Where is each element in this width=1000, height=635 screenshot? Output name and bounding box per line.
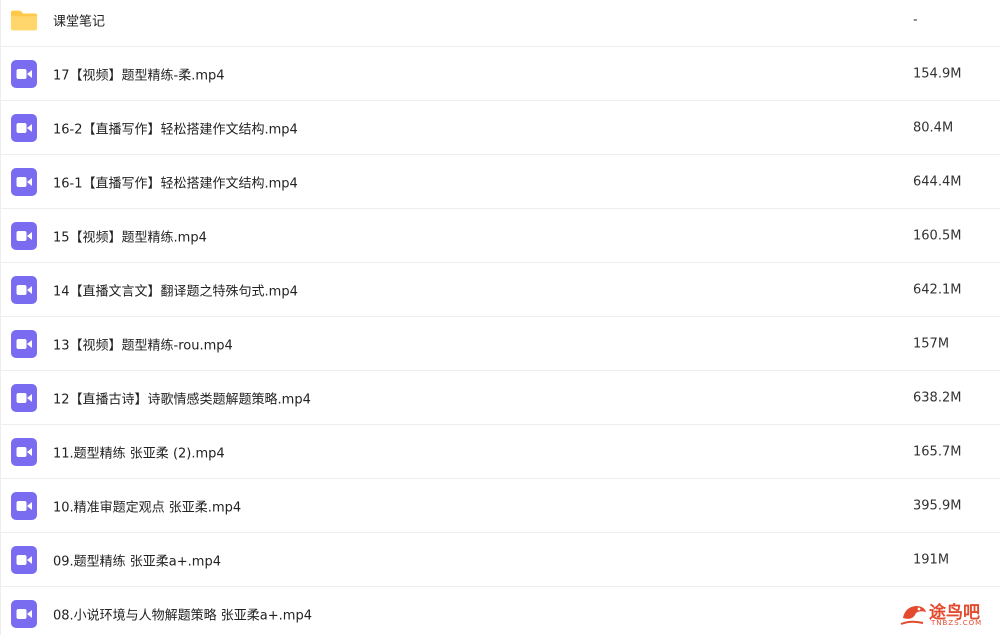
file-name: 16-1【直播写作】轻松搭建作文结构.mp4 xyxy=(53,176,298,191)
video-file-icon xyxy=(10,545,38,575)
video-file-icon xyxy=(10,329,38,359)
file-size: 80.4M xyxy=(913,120,954,135)
file-row[interactable]: 16-2【直播写作】轻松搭建作文结构.mp4 80.4M xyxy=(1,101,1000,155)
video-file-icon xyxy=(10,275,38,305)
file-size: 642.1M xyxy=(913,282,962,297)
file-row[interactable]: 11.题型精练 张亚柔 (2).mp4 165.7M xyxy=(1,425,1000,479)
file-size: - xyxy=(913,12,918,27)
file-size: 638.2M xyxy=(913,390,962,405)
video-file-icon xyxy=(10,491,38,521)
file-row[interactable]: 17【视频】题型精练-柔.mp4 154.9M xyxy=(1,47,1000,101)
file-name: 课堂笔记 xyxy=(53,14,106,29)
file-name: 11.题型精练 张亚柔 (2).mp4 xyxy=(53,446,225,461)
file-name: 10.精准审题定观点 张亚柔.mp4 xyxy=(53,500,242,515)
watermark-logo: 途鸟吧 TNBZS.COM xyxy=(899,596,995,632)
file-name: 08.小说环境与人物解题策略 张亚柔a+.mp4 xyxy=(53,608,312,624)
video-file-icon xyxy=(10,383,38,413)
file-row[interactable]: 08.小说环境与人物解题策略 张亚柔a+.mp4 xyxy=(1,587,1000,635)
file-name: 09.题型精练 张亚柔a+.mp4 xyxy=(53,554,221,569)
file-name: 15【视频】题型精练.mp4 xyxy=(53,230,207,245)
file-size: 154.9M xyxy=(913,66,962,81)
video-file-icon xyxy=(10,59,38,89)
folder-row[interactable]: 课堂笔记 - xyxy=(1,0,1000,47)
file-size: 191M xyxy=(913,552,950,567)
video-file-icon xyxy=(10,113,38,143)
file-name: 14【直播文言文】翻译题之特殊句式.mp4 xyxy=(53,284,298,299)
bird-logo-icon xyxy=(900,606,926,625)
file-row[interactable]: 14【直播文言文】翻译题之特殊句式.mp4 642.1M xyxy=(1,263,1000,317)
file-name: 13【视频】题型精练-rou.mp4 xyxy=(53,338,233,353)
file-size: 160.5M xyxy=(913,228,962,243)
file-row[interactable]: 16-1【直播写作】轻松搭建作文结构.mp4 644.4M xyxy=(1,155,1000,209)
file-name: 12【直播古诗】诗歌情感类题解题策略.mp4 xyxy=(53,392,311,407)
file-name: 16-2【直播写作】轻松搭建作文结构.mp4 xyxy=(53,122,298,137)
video-file-icon xyxy=(10,167,38,197)
file-size: 165.7M xyxy=(913,444,962,459)
video-file-icon xyxy=(10,599,38,629)
file-name: 17【视频】题型精练-柔.mp4 xyxy=(53,68,225,83)
file-size: 157M xyxy=(913,336,950,351)
file-size: 395.9M xyxy=(913,498,962,513)
file-list: 课堂笔记 - 17【视频】题型精练-柔.mp4 154.9M 16-2【直播写作… xyxy=(0,0,1000,635)
video-file-icon xyxy=(10,221,38,251)
folder-icon xyxy=(10,5,38,35)
video-file-icon xyxy=(10,437,38,467)
file-row[interactable]: 15【视频】题型精练.mp4 160.5M xyxy=(1,209,1000,263)
file-row[interactable]: 13【视频】题型精练-rou.mp4 157M xyxy=(1,317,1000,371)
file-size: 644.4M xyxy=(913,174,962,189)
watermark-subtext: TNBZS.COM xyxy=(931,619,983,627)
file-row[interactable]: 09.题型精练 张亚柔a+.mp4 191M xyxy=(1,533,1000,587)
file-row[interactable]: 10.精准审题定观点 张亚柔.mp4 395.9M xyxy=(1,479,1000,533)
file-row[interactable]: 12【直播古诗】诗歌情感类题解题策略.mp4 638.2M xyxy=(1,371,1000,425)
